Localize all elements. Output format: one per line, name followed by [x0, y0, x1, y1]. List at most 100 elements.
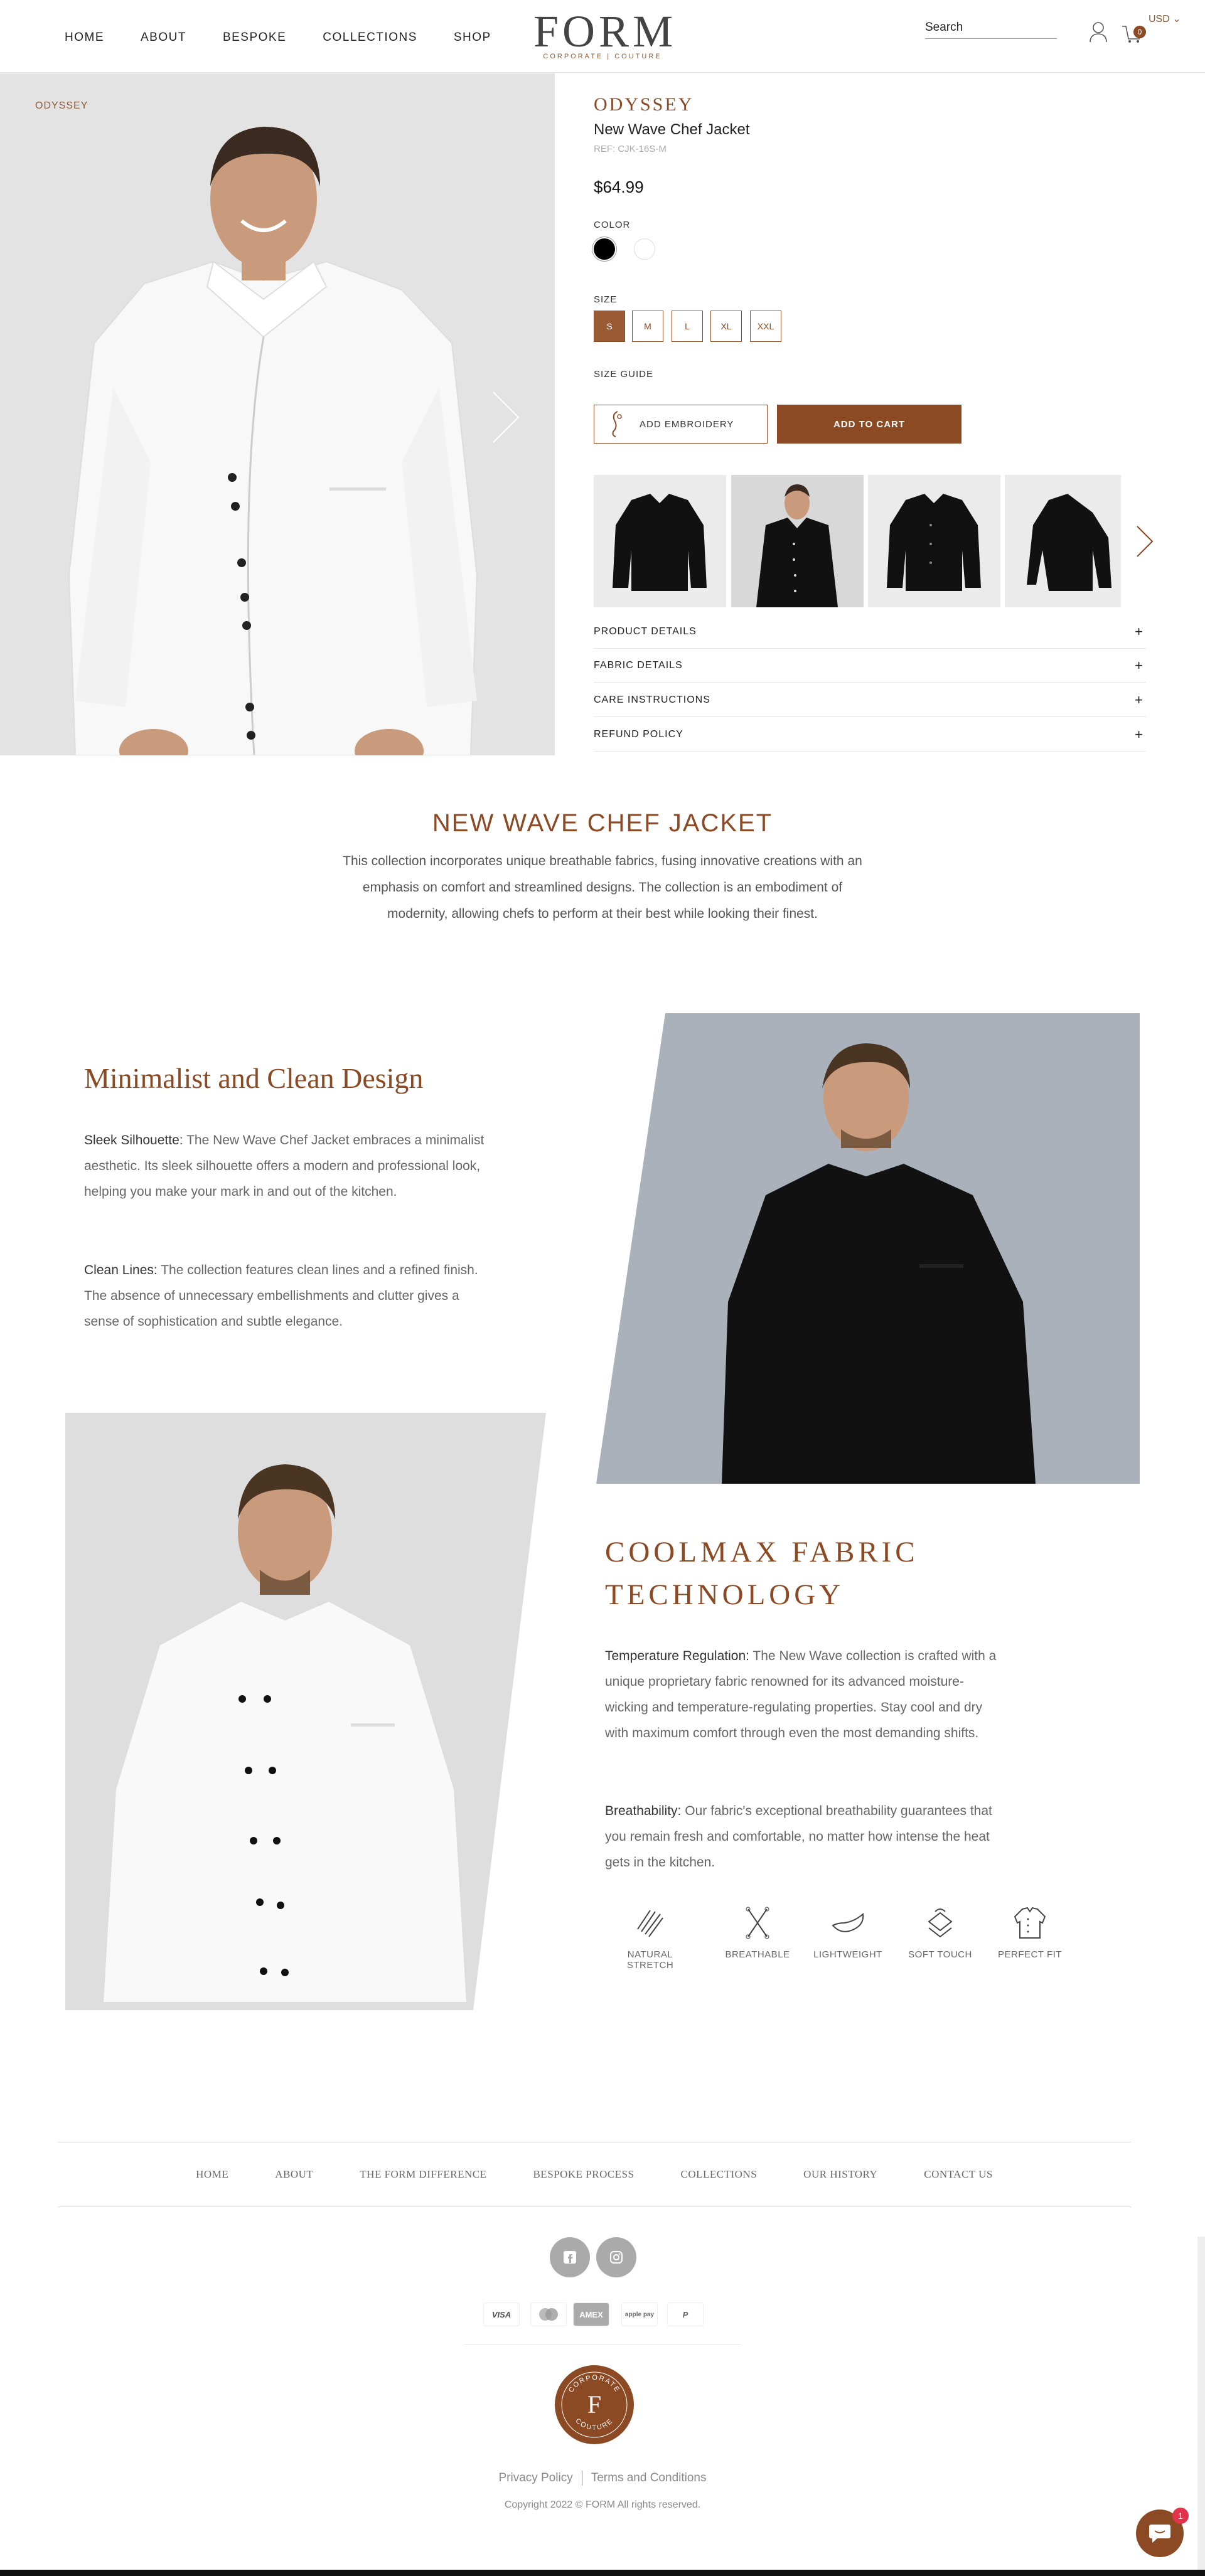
footer-link-about[interactable]: ABOUT [275, 2168, 313, 2181]
accordion-label: REFUND POLICY [594, 728, 683, 740]
feature-paragraph: Breathability: Our fabric's exceptional … [605, 1798, 1007, 1875]
feature-image-white-jacket [65, 1413, 546, 2010]
feature-label: Temperature Regulation: [605, 1649, 749, 1663]
collection-heading: NEW WAVE CHEF JACKET [432, 809, 773, 837]
instagram-icon[interactable] [596, 2237, 636, 2277]
accordion-care-instructions[interactable]: CARE INSTRUCTIONS + [594, 683, 1146, 717]
soft-touch-icon [928, 1908, 953, 1938]
product-thumbnail[interactable] [731, 475, 864, 607]
accordion-label: CARE INSTRUCTIONS [594, 694, 710, 705]
nav-home[interactable]: HOME [65, 31, 104, 45]
nav-bespoke[interactable]: BESPOKE [223, 31, 286, 45]
footer-link-bespoke-process[interactable]: BESPOKE PROCESS [533, 2168, 634, 2181]
brand-seal: CORPORATE COUTURE F [555, 2365, 634, 2444]
footer-link-our-history[interactable]: OUR HISTORY [803, 2168, 877, 2181]
feature-image-black-jacket [596, 1013, 1140, 1484]
collection-description: This collection incorporates unique brea… [343, 854, 862, 921]
product-thumbnail[interactable] [1005, 475, 1121, 607]
scrollbar[interactable] [1197, 2237, 1205, 2576]
currency-selector[interactable]: USD ⌄ [1149, 13, 1181, 25]
feather-icon [832, 1913, 864, 1932]
chat-notification-badge: 1 [1172, 2508, 1189, 2524]
size-option-m[interactable]: M [632, 311, 663, 342]
nav-about[interactable]: ABOUT [141, 31, 186, 45]
plus-icon: + [1135, 623, 1143, 639]
add-embroidery-button[interactable]: ADD EMBROIDERY [594, 405, 768, 444]
accordion-fabric-details[interactable]: FABRIC DETAILS + [594, 649, 1146, 683]
feature-heading: Minimalist and Clean Design [84, 1062, 424, 1094]
product-price: $64.99 [594, 178, 644, 196]
size-guide-link[interactable]: SIZE GUIDE [594, 369, 653, 380]
logo-tagline: CORPORATE | COUTURE [543, 53, 662, 60]
footer-link-collections[interactable]: COLLECTIONS [681, 2168, 758, 2181]
product-main-image [0, 73, 555, 755]
feature-heading-line: COOLMAX FABRIC [605, 1536, 919, 1568]
feature-label: Breathability: [605, 1804, 682, 1818]
footer-link-form-difference[interactable]: THE FORM DIFFERENCE [360, 2168, 486, 2181]
color-label: COLOR [594, 220, 631, 230]
main-nav: HOME ABOUT BESPOKE COLLECTIONS SHOP [65, 31, 491, 45]
size-label: SIZE [594, 294, 618, 305]
currency-label: USD [1149, 14, 1170, 24]
facebook-icon[interactable] [550, 2237, 590, 2277]
badge-letter: F [587, 2390, 601, 2419]
chat-icon [1149, 2525, 1170, 2543]
amex-icon: AMEX [573, 2302, 609, 2326]
embroidery-icon [612, 411, 622, 437]
terms-link[interactable]: Terms and Conditions [591, 2471, 707, 2484]
visa-icon: VISA [483, 2302, 520, 2326]
search-input[interactable]: Search [925, 21, 1057, 39]
collection-tag[interactable]: ODYSSEY [35, 100, 88, 112]
nav-shop[interactable]: SHOP [454, 31, 491, 45]
mastercard-icon [530, 2302, 567, 2326]
nav-collections[interactable]: COLLECTIONS [323, 31, 417, 45]
plus-icon: + [1135, 726, 1143, 742]
accordion-refund-policy[interactable]: REFUND POLICY + [594, 718, 1146, 752]
feature-paragraph: Temperature Regulation: The New Wave col… [605, 1643, 1007, 1746]
color-swatch-white[interactable] [634, 238, 655, 260]
feature-icon-label: SOFT TOUCH [908, 1949, 972, 1960]
cart-count-badge: 0 [1133, 26, 1146, 38]
site-logo[interactable]: FORM CORPORATE | COUTURE [533, 6, 677, 60]
feature-breathable: BREATHABLE [714, 1904, 801, 1960]
color-swatch-black[interactable] [594, 238, 615, 260]
logo-wordmark: FORM [533, 6, 677, 56]
breathable-icon [746, 1907, 769, 1939]
feature-label: Clean Lines: [84, 1263, 158, 1277]
product-thumbnail[interactable] [594, 475, 726, 607]
stretch-icon [637, 1910, 663, 1937]
account-icon[interactable] [1089, 21, 1108, 43]
feature-heading-line: TECHNOLOGY [605, 1578, 845, 1611]
size-option-xxl[interactable]: XXL [750, 311, 781, 342]
apple-pay-icon: apple pay [621, 2302, 658, 2326]
feature-natural-stretch: NATURAL STRETCH [606, 1904, 694, 1971]
add-embroidery-label: ADD EMBROIDERY [640, 418, 734, 430]
feature-soft-touch: SOFT TOUCH [896, 1904, 984, 1960]
chevron-down-icon: ⌄ [1172, 14, 1181, 24]
svg-text:COUTURE: COUTURE [574, 2417, 615, 2432]
chevron-right-icon[interactable] [487, 386, 525, 449]
site-header: HOME ABOUT BESPOKE COLLECTIONS SHOP FORM… [0, 0, 1205, 73]
product-title: New Wave Chef Jacket [594, 121, 750, 138]
footer-nav: HOME ABOUT THE FORM DIFFERENCE BESPOKE P… [58, 2142, 1131, 2207]
feature-label: Sleek Silhouette: [84, 1133, 183, 1147]
feature-icon-label: BREATHABLE [725, 1949, 790, 1960]
feature-paragraph: Sleek Silhouette: The New Wave Chef Jack… [84, 1127, 492, 1205]
feature-icon-label: NATURAL STRETCH [626, 1949, 674, 1971]
footer-link-contact-us[interactable]: CONTACT US [924, 2168, 993, 2181]
add-to-cart-button[interactable]: ADD TO CART [777, 405, 961, 444]
plus-icon: + [1135, 691, 1143, 708]
footer-link-home[interactable]: HOME [196, 2168, 228, 2181]
paypal-icon: P [667, 2302, 704, 2326]
size-option-s[interactable]: S [594, 311, 625, 342]
product-thumbnail[interactable] [868, 475, 1000, 607]
privacy-policy-link[interactable]: Privacy Policy [498, 2471, 572, 2484]
jacket-icon [1014, 1907, 1046, 1939]
feature-icon-label: PERFECT FIT [998, 1949, 1062, 1960]
feature-lightweight: LIGHTWEIGHT [804, 1904, 892, 1960]
size-option-l[interactable]: L [672, 311, 703, 342]
plus-icon: + [1135, 657, 1143, 673]
chevron-right-icon[interactable] [1133, 523, 1156, 560]
accordion-product-details[interactable]: PRODUCT DETAILS + [594, 615, 1146, 649]
size-option-xl[interactable]: XL [710, 311, 742, 342]
